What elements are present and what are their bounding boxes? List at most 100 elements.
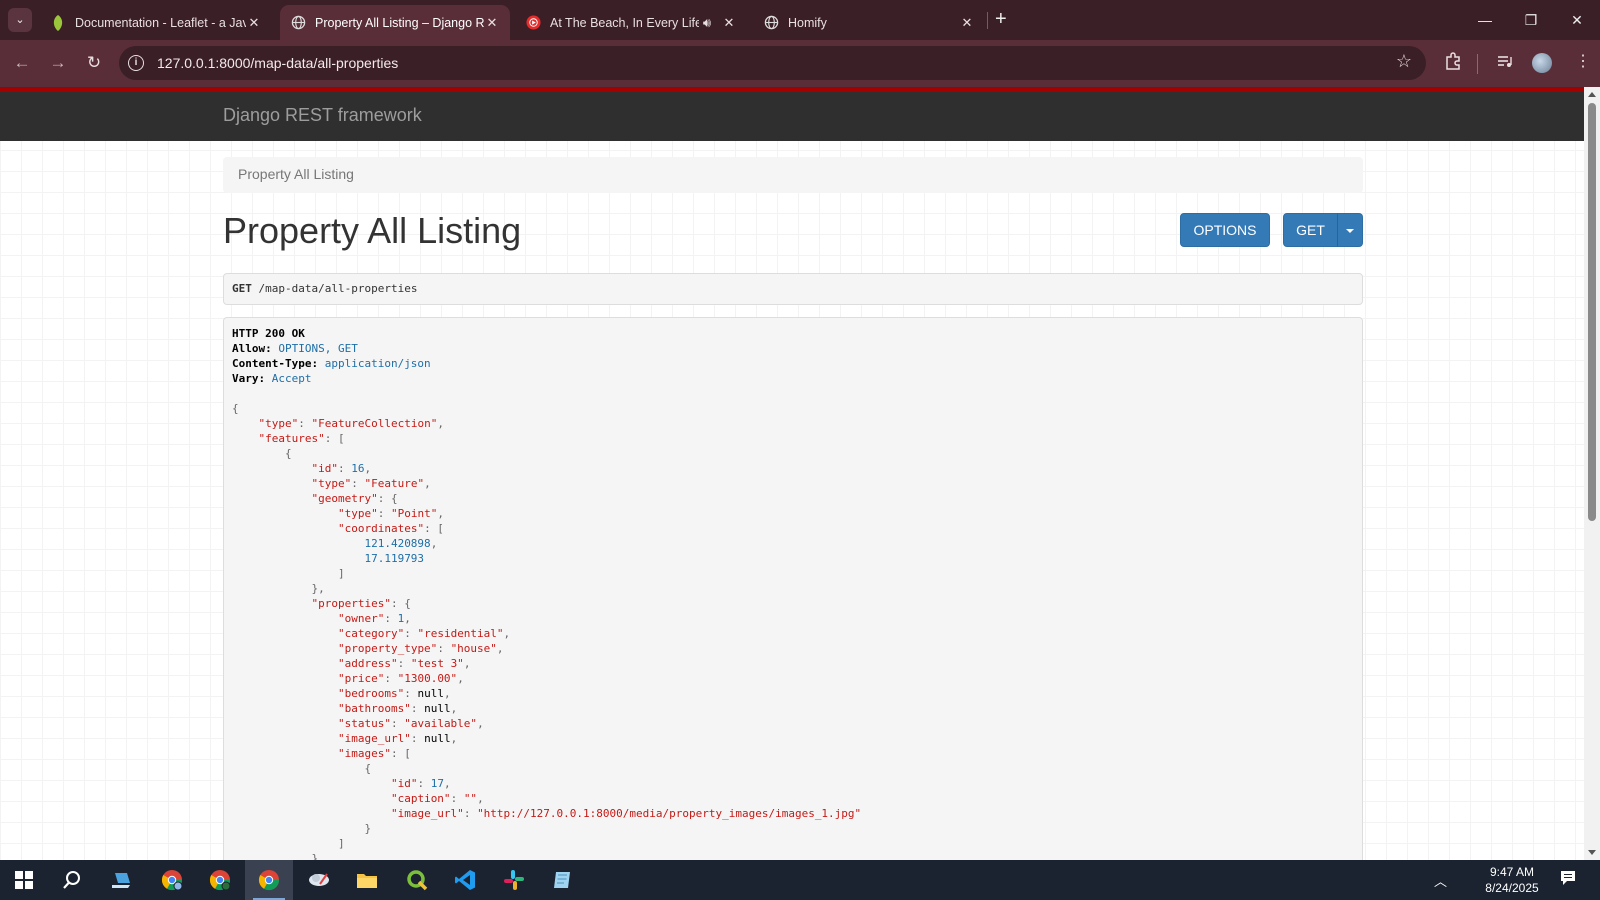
json-token: :: [410, 732, 425, 745]
restore-icon[interactable]: ❐: [1508, 0, 1554, 40]
taskbar-clock[interactable]: 9:47 AM 8/24/2025: [1476, 864, 1548, 896]
profile-avatar[interactable]: [1532, 53, 1552, 73]
json-token: "geometry": [311, 492, 378, 505]
json-token: "address": [337, 657, 398, 670]
json-line: "id": 16,: [232, 461, 1354, 476]
json-token: "house": [450, 642, 497, 655]
json-token: "type": [311, 477, 352, 490]
chrome-profile-icon[interactable]: [196, 860, 244, 900]
breadcrumb: Property All Listing: [223, 157, 1363, 193]
tab-title: Homify: [788, 15, 827, 30]
file-explorer-icon[interactable]: [343, 860, 391, 900]
extensions-puzzle-icon[interactable]: [1444, 52, 1462, 75]
tray-chevron-icon[interactable]: ︿: [1434, 871, 1447, 890]
json-token: :: [377, 507, 391, 520]
json-token: {: [364, 762, 372, 775]
clock-time: 9:47 AM: [1489, 865, 1535, 879]
json-token: },: [311, 582, 325, 595]
scroll-up-arrow-icon[interactable]: [1588, 92, 1596, 97]
json-token: :: [410, 702, 425, 715]
new-tab-plus-icon[interactable]: +: [995, 9, 1007, 29]
tab-search-chevron-icon[interactable]: ⌄: [8, 8, 32, 32]
url-text[interactable]: 127.0.0.1:8000/map-data/all-properties: [157, 55, 398, 71]
page-scrollbar[interactable]: [1584, 87, 1600, 860]
tab-property-listing[interactable]: Property All Listing – Django RE ✕: [280, 5, 510, 40]
json-line: ]: [232, 566, 1354, 581]
json-token: "features": [258, 432, 325, 445]
json-token: :: [298, 417, 312, 430]
vscode-icon[interactable]: [441, 860, 489, 900]
json-token: :: [390, 717, 405, 730]
browser-toolbar: ← → ↻ i 127.0.0.1:8000/map-data/all-prop…: [0, 40, 1600, 87]
close-tab-icon[interactable]: ✕: [721, 15, 737, 31]
json-token: ]: [337, 837, 345, 850]
tab-homify[interactable]: Homify ✕: [753, 5, 985, 40]
windows-start-icon[interactable]: [0, 860, 48, 900]
json-token: ,: [437, 507, 444, 520]
bookmark-star-icon[interactable]: ☆: [1396, 51, 1412, 72]
header-value: OPTIONS, GET: [278, 342, 358, 355]
scroll-down-arrow-icon[interactable]: [1588, 850, 1596, 855]
get-button[interactable]: GET: [1283, 213, 1338, 247]
media-queue-icon[interactable]: [1496, 52, 1514, 75]
json-token: 17: [430, 777, 444, 790]
json-token: ,: [424, 477, 431, 490]
address-bar[interactable]: i 127.0.0.1:8000/map-data/all-properties…: [119, 46, 1426, 80]
json-line: },: [232, 581, 1354, 596]
json-token: ,: [443, 687, 451, 700]
close-tab-icon[interactable]: ✕: [246, 15, 262, 31]
notes-app-icon[interactable]: [538, 860, 586, 900]
search-icon[interactable]: [48, 860, 96, 900]
json-line: "type": "Point",: [232, 506, 1354, 521]
forward-arrow-icon[interactable]: →: [46, 51, 70, 75]
brand-link[interactable]: Django REST framework: [223, 105, 422, 126]
chrome-icon[interactable]: [245, 860, 293, 900]
reload-icon[interactable]: ↻: [82, 51, 106, 75]
json-token: "image_url": [390, 807, 464, 820]
json-line: 121.420898,: [232, 536, 1354, 551]
cloud-app-icon[interactable]: [295, 860, 343, 900]
close-window-icon[interactable]: ✕: [1554, 0, 1600, 40]
json-token: :: [417, 777, 431, 790]
json-line: "owner": 1,: [232, 611, 1354, 626]
close-tab-icon[interactable]: ✕: [484, 15, 500, 31]
json-token: ,: [430, 537, 438, 550]
response-body: { "type": "FeatureCollection", "features…: [232, 401, 1354, 860]
back-arrow-icon[interactable]: ←: [10, 51, 34, 75]
site-info-icon[interactable]: i: [128, 55, 144, 71]
json-line: ]: [232, 836, 1354, 851]
tab-leaflet-docs[interactable]: Documentation - Leaflet - a Jav ✕: [40, 5, 272, 40]
tab-strip: ⌄ Documentation - Leaflet - a Jav ✕ Prop…: [0, 0, 1600, 40]
json-token: ,: [503, 627, 511, 640]
chrome-profile-icon[interactable]: [148, 860, 196, 900]
options-button[interactable]: OPTIONS: [1180, 213, 1270, 247]
get-format-dropdown[interactable]: [1337, 213, 1363, 247]
json-token: :: [337, 462, 352, 475]
tab-youtube-music[interactable]: At The Beach, In Every Life - 🔊︎ ✕: [515, 5, 747, 40]
caret-down-icon: [1346, 229, 1354, 234]
json-line: "address": "test 3",: [232, 656, 1354, 671]
scrollbar-thumb[interactable]: [1588, 103, 1596, 521]
notification-icon[interactable]: [1559, 869, 1577, 890]
json-line: "features": [: [232, 431, 1354, 446]
json-token: "bathrooms": [337, 702, 411, 715]
json-token: ,: [450, 732, 458, 745]
header-name: Content-Type:: [232, 357, 319, 370]
laptop-app-icon[interactable]: [98, 860, 146, 900]
menu-kebab-icon[interactable]: ⋮: [1575, 51, 1591, 71]
json-token: "bedrooms": [337, 687, 405, 700]
youtube-music-icon: [525, 15, 541, 31]
tab-separator: [987, 12, 988, 29]
json-token: "type": [258, 417, 299, 430]
qgis-icon[interactable]: [393, 860, 441, 900]
speaker-icon[interactable]: 🔊︎: [699, 15, 715, 31]
slack-icon[interactable]: [490, 860, 538, 900]
json-line: "category": "residential",: [232, 626, 1354, 641]
json-line: }: [232, 851, 1354, 860]
json-token: "Point": [390, 507, 438, 520]
json-token: }: [364, 822, 372, 835]
breadcrumb-item[interactable]: Property All Listing: [238, 166, 354, 182]
json-token: ,: [364, 462, 372, 475]
close-tab-icon[interactable]: ✕: [959, 15, 975, 31]
minimize-icon[interactable]: —: [1462, 0, 1508, 40]
